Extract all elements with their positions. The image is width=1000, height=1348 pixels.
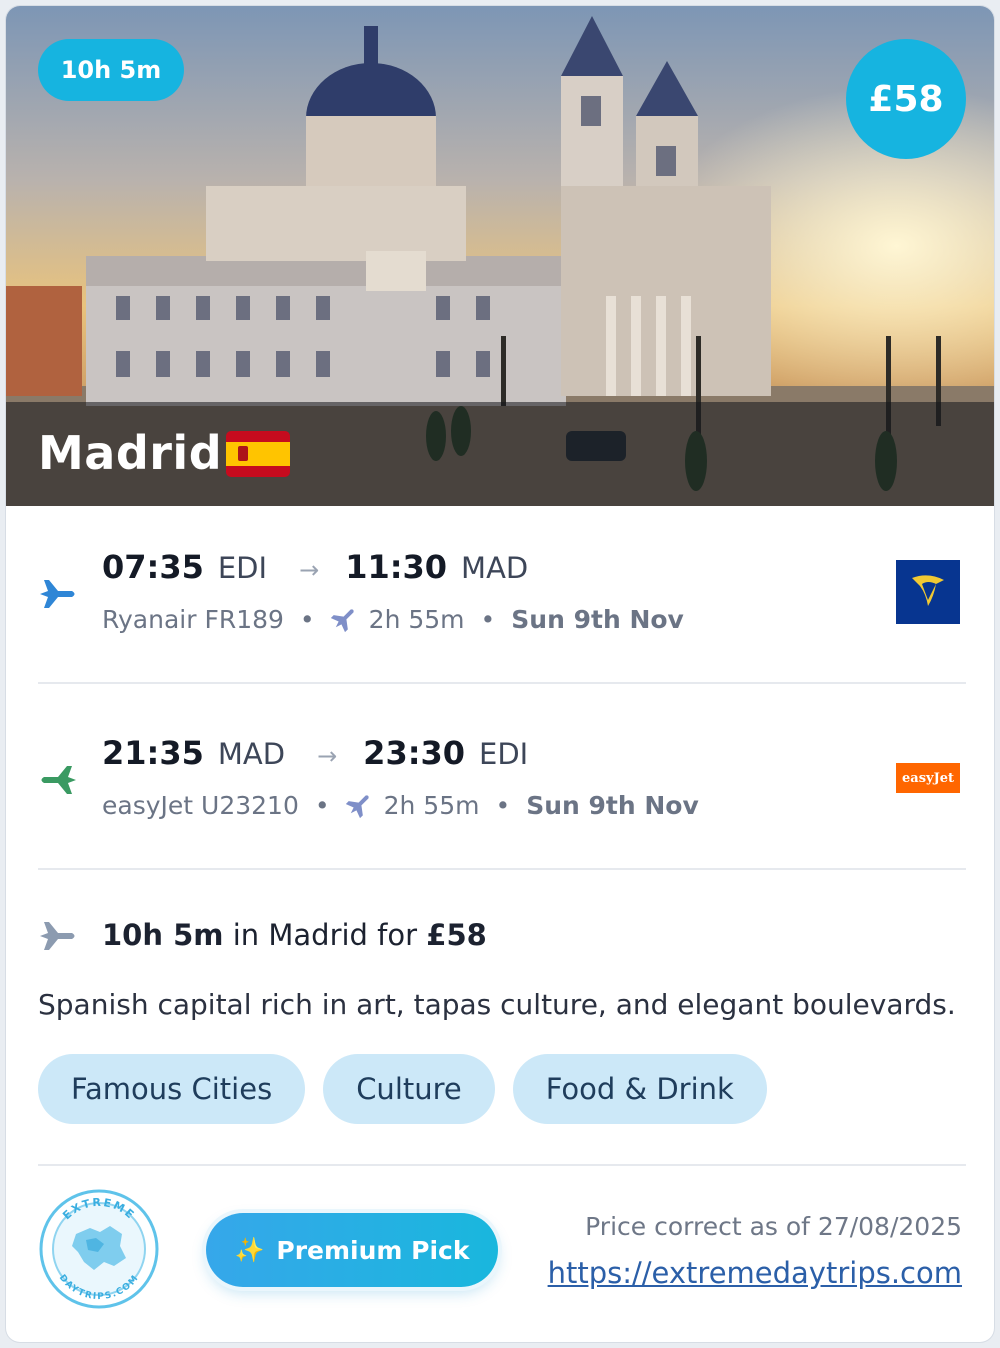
return-arrive-time: 23:30	[363, 734, 466, 772]
website-link[interactable]: https://extremedaytrips.com	[548, 1256, 962, 1290]
stay-price: £58	[426, 918, 487, 952]
plane-icon	[40, 922, 75, 950]
return-meta: easyJet U23210 • 2h 55m • Sun 9th Nov	[102, 790, 699, 820]
outbound-airline-flight: Ryanair FR189	[102, 605, 284, 634]
return-date: Sun 9th Nov	[526, 791, 699, 820]
tag-famous-cities[interactable]: Famous Cities	[38, 1054, 306, 1124]
premium-pick-button[interactable]: ✨ Premium Pick	[206, 1213, 498, 1287]
airplane-emoji-icon	[330, 609, 354, 632]
stay-summary-text: 10h 5m in Madrid for £58	[102, 918, 487, 952]
return-airline-flight: easyJet U23210	[102, 791, 299, 820]
divider	[38, 682, 966, 684]
price-correct-note: Price correct as of 27/08/2025	[585, 1212, 962, 1241]
arrow-right-icon: →	[299, 556, 320, 584]
plane-icon	[40, 580, 75, 608]
destination-description: Spanish capital rich in art, tapas cultu…	[38, 988, 956, 1021]
hero-image: Madrid 10h 5m £58	[6, 6, 994, 506]
outbound-arrive-time: 11:30	[345, 548, 448, 586]
ryanair-logo	[896, 560, 960, 624]
plane-icon	[41, 766, 76, 794]
city-title: Madrid	[38, 426, 223, 480]
outbound-duration: 2h 55m	[368, 605, 465, 634]
premium-label: Premium Pick	[276, 1235, 470, 1265]
tag-list: Famous Cities Culture Food & Drink	[38, 1054, 767, 1124]
stay-duration: 10h 5m	[102, 918, 224, 952]
destination-card: Madrid 10h 5m £58 07:35 EDI → 11:30 MAD Ryan…	[6, 6, 994, 1342]
duration-badge: 10h 5m	[38, 39, 184, 101]
price-badge: £58	[846, 39, 966, 159]
spain-flag-icon	[226, 431, 290, 477]
outbound-arrive-code: MAD	[461, 551, 529, 585]
outbound-meta: Ryanair FR189 • 2h 55m • Sun 9th Nov	[102, 604, 684, 634]
extreme-daytrips-logo: EXTREME DAYTRIPS.COM	[39, 1189, 159, 1309]
arrow-right-icon: →	[317, 742, 338, 770]
outbound-depart-code: EDI	[217, 551, 268, 585]
divider	[38, 1164, 966, 1166]
outbound-times: 07:35 EDI → 11:30 MAD	[102, 548, 528, 586]
stay-summary: 10h 5m in Madrid for £58	[38, 906, 968, 966]
return-depart-time: 21:35	[102, 734, 204, 772]
sparkles-icon: ✨	[234, 1236, 265, 1264]
return-flight: 21:35 MAD → 23:30 EDI easyJet U23210 • 2h 55m •…	[38, 720, 968, 840]
return-depart-code: MAD	[217, 737, 286, 771]
airplane-emoji-icon	[345, 795, 369, 818]
return-arrive-code: EDI	[479, 737, 529, 771]
return-duration: 2h 55m	[383, 791, 480, 820]
tag-food-drink[interactable]: Food & Drink	[512, 1054, 767, 1124]
tag-culture[interactable]: Culture	[323, 1054, 495, 1124]
divider	[38, 868, 966, 870]
return-times: 21:35 MAD → 23:30 EDI	[102, 734, 528, 772]
outbound-date: Sun 9th Nov	[511, 605, 684, 634]
stay-middle-text: in Madrid for	[223, 918, 427, 952]
easyjet-logo: easyJet	[896, 763, 960, 793]
outbound-flight: 07:35 EDI → 11:30 MAD Ryanair FR189 • 2h 55m • S…	[38, 534, 968, 654]
outbound-depart-time: 07:35	[102, 548, 204, 586]
